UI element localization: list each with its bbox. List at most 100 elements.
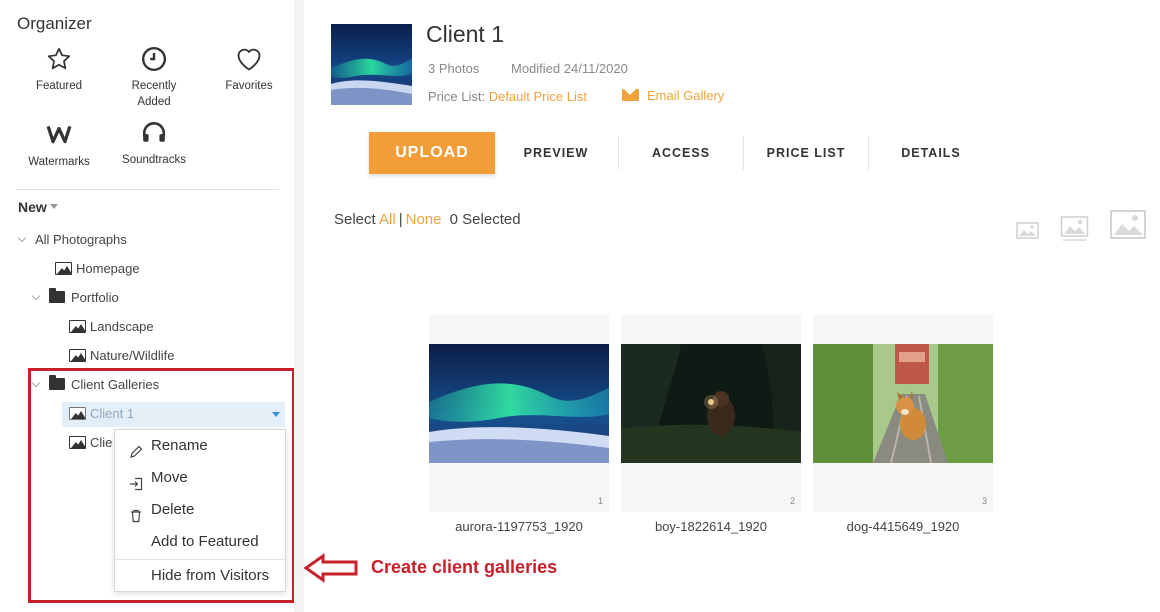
context-menu: Rename Move Delete Add to Featured Hide … [114,429,286,592]
select-divider: | [398,211,403,228]
price-list-label: Price List: [428,89,486,104]
organizer-label: Favorites [225,80,273,92]
gallery-title: Client 1 [426,21,504,47]
gallery-image-icon [69,349,86,362]
folder-icon [49,375,65,390]
gallery-image-icon [69,320,86,333]
select-label: Select [334,211,376,228]
photo-index: 1 [597,496,603,506]
tree-item-label: Client Galleries [71,377,160,392]
organizer-label: Soundtracks [122,154,186,166]
clock-icon [106,46,202,76]
menu-item-rename[interactable]: Rename [115,430,285,462]
photo-card[interactable]: 3 [813,314,993,512]
photo-filename: aurora-1197753_1920 [455,519,583,534]
menu-item-label: Delete [151,501,195,518]
organizer-label: Watermarks [28,156,90,168]
photos-count: 3 Photos [428,61,480,76]
small-thumbnails-icon[interactable] [1016,221,1040,246]
email-gallery-link[interactable]: Email Gallery [622,88,724,103]
annotation-arrow-icon [303,553,359,588]
chevron-down-icon[interactable] [17,233,27,243]
menu-item-hide-from-visitors[interactable]: Hide from Visitors [115,560,285,592]
photo-card[interactable]: 2 [621,314,801,512]
organizer-soundtracks[interactable]: Soundtracks [106,120,202,168]
photo-thumbnail[interactable] [621,344,801,463]
tree-item-label: All Photographs [35,232,127,247]
folder-icon [49,288,65,303]
select-all-link[interactable]: All [379,211,396,228]
annotation-text: Create client galleries [371,557,558,577]
tree-item-landscape[interactable]: Landscape [69,316,154,338]
tree-item-client-2[interactable]: Clie [69,432,112,454]
tree-item-label: Homepage [76,261,140,276]
upload-button[interactable]: UPLOAD [369,132,495,174]
tab-divider [868,136,869,170]
medium-thumbnails-icon[interactable] [1060,214,1090,249]
menu-item-label: Rename [151,437,208,454]
star-icon [11,46,107,76]
tab-price-list[interactable]: PRICE LIST [760,132,852,174]
tree-item-homepage[interactable]: Homepage [55,258,140,280]
photo-thumbnail[interactable] [813,344,993,463]
price-list-link[interactable]: Default Price List [489,89,587,104]
tree-item-client-1[interactable]: Client 1 [69,403,134,425]
envelope-icon [622,89,639,101]
gallery-image-icon [55,262,72,275]
tree-item-nature-wildlife[interactable]: Nature/Wildlife [69,345,175,367]
modified-date: Modified 24/11/2020 [511,61,628,76]
heart-icon [201,46,297,76]
photo-card[interactable]: 1 [429,314,609,512]
photo-index: 2 [789,496,795,506]
headphones-icon [106,120,202,150]
tree-item-label: Portfolio [71,290,119,305]
organizer-divider [16,189,279,190]
photo-index: 3 [981,496,987,506]
gallery-cover-thumbnail [331,24,412,105]
tree-item-client-galleries[interactable]: Client Galleries [31,374,160,396]
menu-item-delete[interactable]: Delete [115,494,285,526]
chevron-down-icon [49,204,58,209]
new-label: New [18,199,47,215]
gallery-image-icon [69,407,86,420]
organizer-label: Recently Added [131,80,177,108]
photo-filename: dog-4415649_1920 [846,519,960,534]
tab-divider [743,136,744,170]
selected-count: 0 Selected [449,211,521,228]
menu-item-label: Add to Featured [151,533,259,550]
organizer-favorites[interactable]: Favorites [201,46,297,94]
select-none-link[interactable]: None [406,211,442,228]
organizer-label: Featured [35,80,83,92]
tree-item-label: Clie [90,435,113,450]
dropdown-caret-icon[interactable] [272,412,280,417]
organizer-featured[interactable]: Featured [11,46,107,94]
photo-thumbnail[interactable] [429,344,609,463]
menu-item-move[interactable]: Move [115,462,285,494]
new-button[interactable]: New [18,199,58,215]
tree-item-all-photographs[interactable]: All Photographs [17,229,127,251]
large-thumbnails-icon[interactable] [1109,209,1147,246]
menu-item-label: Move [151,469,188,486]
price-list-row: Price List: Default Price List [428,89,587,104]
gallery-image-icon [69,436,86,449]
tree-item-label: Client 1 [90,406,135,421]
organizer-watermarks[interactable]: Watermarks [11,122,107,170]
menu-item-label: Hide from Visitors [151,567,270,584]
sidebar: Organizer Featured Recently Added Favori… [0,0,296,612]
organizer-title: Organizer [17,14,92,33]
organizer-recently-added[interactable]: Recently Added [106,46,202,110]
tree-item-portfolio[interactable]: Portfolio [31,287,119,309]
photo-filename: boy-1822614_1920 [654,519,768,534]
menu-item-add-to-featured[interactable]: Add to Featured [115,526,285,558]
chevron-down-icon[interactable] [31,291,41,301]
chevron-down-icon[interactable] [31,378,41,388]
tab-preview[interactable]: PREVIEW [510,132,602,174]
sidebar-divider [294,0,304,612]
tab-access[interactable]: ACCESS [635,132,727,174]
selection-bar: Select All | None 0 Selected [334,211,521,228]
tree-item-label: Landscape [90,319,154,334]
tab-details[interactable]: DETAILS [885,132,977,174]
tree-item-label: Nature/Wildlife [90,348,175,363]
tab-divider [618,136,619,170]
watermark-w-icon [11,122,107,152]
